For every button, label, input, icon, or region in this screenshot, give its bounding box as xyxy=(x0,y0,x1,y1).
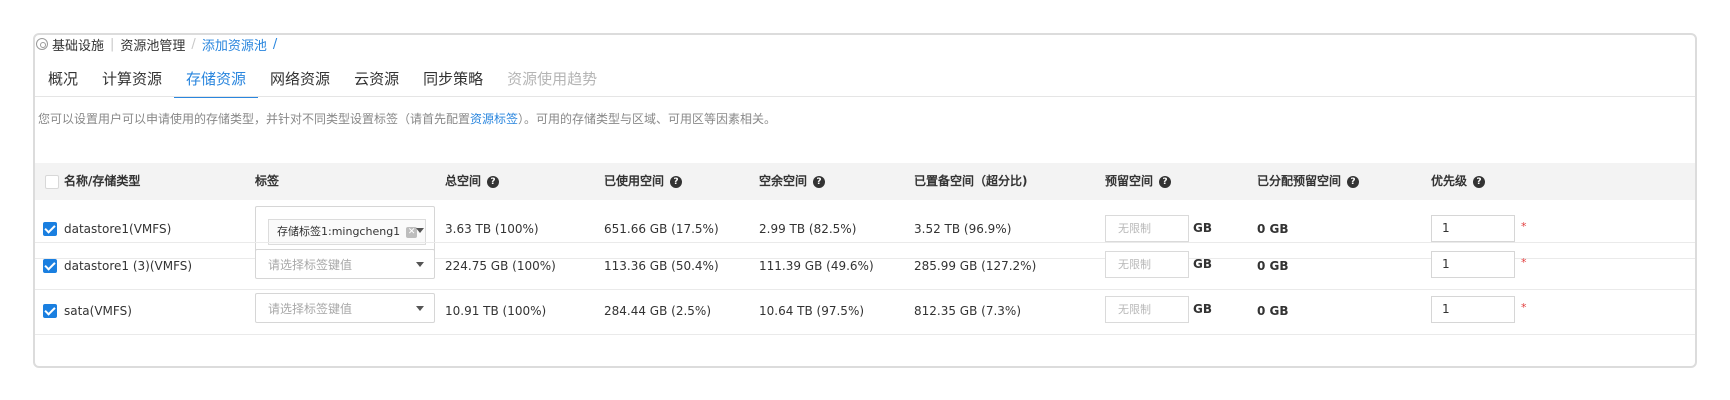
required-mark: * xyxy=(1521,220,1527,233)
header-name: 名称/存储类型 xyxy=(64,174,141,188)
tab-usage-trend: 资源使用趋势 xyxy=(507,70,598,88)
table-header: 名称/存储类型 标签 总空间? 已使用空间? 空余空间? 已置备空间（超分比) … xyxy=(35,163,1695,200)
storage-name: sata(VMFS) xyxy=(64,304,132,318)
reserved-space-input[interactable]: 无限制 xyxy=(1105,215,1189,242)
chevron-down-icon xyxy=(416,228,424,233)
tab-compute[interactable]: 计算资源 xyxy=(90,65,174,97)
required-mark: * xyxy=(1521,256,1527,269)
help-icon[interactable]: ? xyxy=(487,175,500,188)
header-allocated: 已分配预留空间? xyxy=(1257,163,1360,200)
tab-bar: 概况 计算资源 存储资源 网络资源 云资源 同步策略 资源使用趋势 xyxy=(36,65,609,98)
breadcrumb-add-resource-pool: 添加资源池 xyxy=(201,38,267,54)
resource-tags-link[interactable]: 资源标签 xyxy=(470,112,518,126)
help-icon[interactable]: ? xyxy=(670,175,683,188)
reserved-unit: GB xyxy=(1193,302,1212,316)
provisioned-space: 812.35 GB (7.3%) xyxy=(914,304,1021,318)
row-checkbox[interactable] xyxy=(43,259,57,273)
tab-cloud[interactable]: 云资源 xyxy=(342,65,411,97)
help-icon[interactable]: ? xyxy=(1473,175,1486,188)
tag-select[interactable]: 请选择标签键值 xyxy=(255,293,435,323)
priority-input[interactable]: 1 xyxy=(1431,296,1515,323)
priority-input[interactable]: 1 xyxy=(1431,215,1515,242)
free-space: 10.64 TB (97.5%) xyxy=(759,304,865,318)
tag-select[interactable]: 请选择标签键值 xyxy=(255,249,435,279)
breadcrumb-resource-pool-management[interactable]: 资源池管理 xyxy=(120,35,185,54)
header-used: 已使用空间? xyxy=(604,163,683,200)
storage-name: datastore1 (3)(VMFS) xyxy=(64,259,193,273)
chevron-down-icon xyxy=(416,306,424,311)
header-reserved: 预留空间? xyxy=(1105,163,1172,200)
reserved-space-input[interactable]: 无限制 xyxy=(1105,296,1189,323)
table-row: datastore1 (3)(VMFS) 请选择标签键值 224.75 GB (… xyxy=(35,242,1695,290)
row-checkbox[interactable] xyxy=(43,222,57,236)
reserved-unit: GB xyxy=(1193,221,1212,235)
header-free: 空余空间? xyxy=(759,163,826,200)
row-checkbox[interactable] xyxy=(43,304,57,318)
tab-sync-policy[interactable]: 同步策略 xyxy=(411,65,495,97)
table-row: sata(VMFS) 请选择标签键值 10.91 TB (100%) 284.4… xyxy=(35,288,1695,335)
allocated-reserved: 0 GB xyxy=(1257,304,1289,318)
reserved-space-input[interactable]: 无限制 xyxy=(1105,251,1189,278)
tab-overview[interactable]: 概况 xyxy=(36,65,90,97)
tabs-divider xyxy=(35,96,1695,97)
header-provisioned: 已置备空间（超分比) xyxy=(914,174,1028,188)
provisioned-space: 285.99 GB (127.2%) xyxy=(914,259,1037,273)
help-icon[interactable]: ? xyxy=(813,175,826,188)
help-icon[interactable]: ? xyxy=(1347,175,1360,188)
total-space: 10.91 TB (100%) xyxy=(445,304,547,318)
infrastructure-icon xyxy=(36,38,48,50)
total-space: 224.75 GB (100%) xyxy=(445,259,556,273)
select-all-checkbox[interactable] xyxy=(45,175,59,189)
tab-network[interactable]: 网络资源 xyxy=(258,65,342,97)
allocated-reserved: 0 GB xyxy=(1257,259,1289,273)
used-space: 113.36 GB (50.4%) xyxy=(604,259,719,273)
required-mark: * xyxy=(1521,301,1527,314)
help-icon[interactable]: ? xyxy=(1159,175,1172,188)
header-total: 总空间? xyxy=(445,163,500,200)
free-space: 111.39 GB (49.6%) xyxy=(759,259,874,273)
tab-storage[interactable]: 存储资源 xyxy=(174,65,259,98)
breadcrumb-infrastructure[interactable]: 基础设施 xyxy=(52,35,104,54)
used-space: 284.44 GB (2.5%) xyxy=(604,304,711,318)
header-priority: 优先级? xyxy=(1431,163,1486,200)
header-tag: 标签 xyxy=(255,174,280,188)
reserved-unit: GB xyxy=(1193,257,1212,271)
priority-input[interactable]: 1 xyxy=(1431,251,1515,278)
storage-description: 您可以设置用户可以申请使用的存储类型，并针对不同类型设置标签（请首先配置资源标签… xyxy=(38,112,777,126)
chevron-down-icon xyxy=(416,262,424,267)
breadcrumb: 基础设施 | 资源池管理 / 添加资源池 / xyxy=(36,33,277,55)
